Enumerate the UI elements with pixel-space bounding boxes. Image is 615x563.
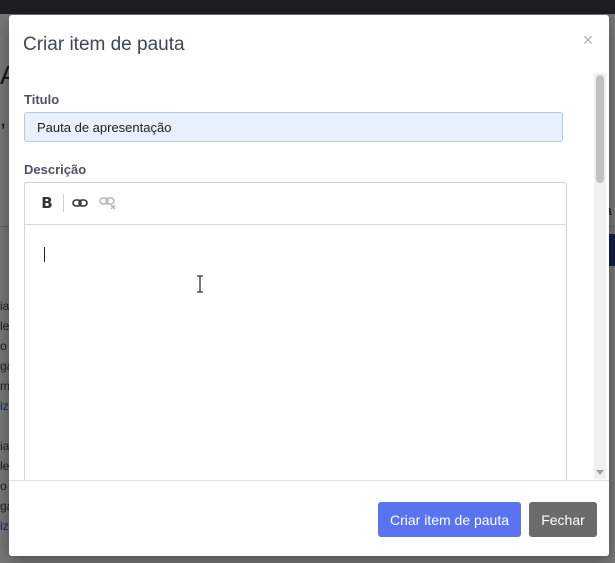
unlink-icon[interactable] (99, 193, 117, 213)
close-button[interactable]: Fechar (529, 502, 597, 537)
modal-title: Criar item de pauta (23, 34, 185, 55)
modal-body: Titulo Pauta de apresentação Descrição B (9, 83, 609, 480)
title-label: Titulo (24, 92, 60, 107)
scroll-down-icon[interactable] (596, 469, 604, 477)
modal-scrollbar[interactable] (594, 73, 606, 479)
modal-footer: Criar item de pauta Fechar (9, 480, 609, 556)
toolbar-separator (63, 194, 64, 212)
bold-button[interactable]: B (39, 193, 55, 213)
title-input[interactable]: Pauta de apresentação (24, 112, 563, 142)
create-agenda-item-button[interactable]: Criar item de pauta (378, 502, 521, 537)
close-icon[interactable]: × (581, 31, 595, 49)
editor-toolbar: B (25, 183, 566, 225)
scrollbar-thumb[interactable] (596, 75, 604, 183)
text-cursor-icon (195, 275, 205, 293)
description-editor: B (24, 182, 567, 480)
description-label: Descrição (24, 162, 87, 177)
link-icon[interactable] (71, 193, 89, 213)
editor-content-area[interactable] (25, 225, 566, 480)
text-caret (44, 247, 45, 262)
create-agenda-item-modal: Criar item de pauta × Titulo Pauta de ap… (9, 15, 609, 556)
